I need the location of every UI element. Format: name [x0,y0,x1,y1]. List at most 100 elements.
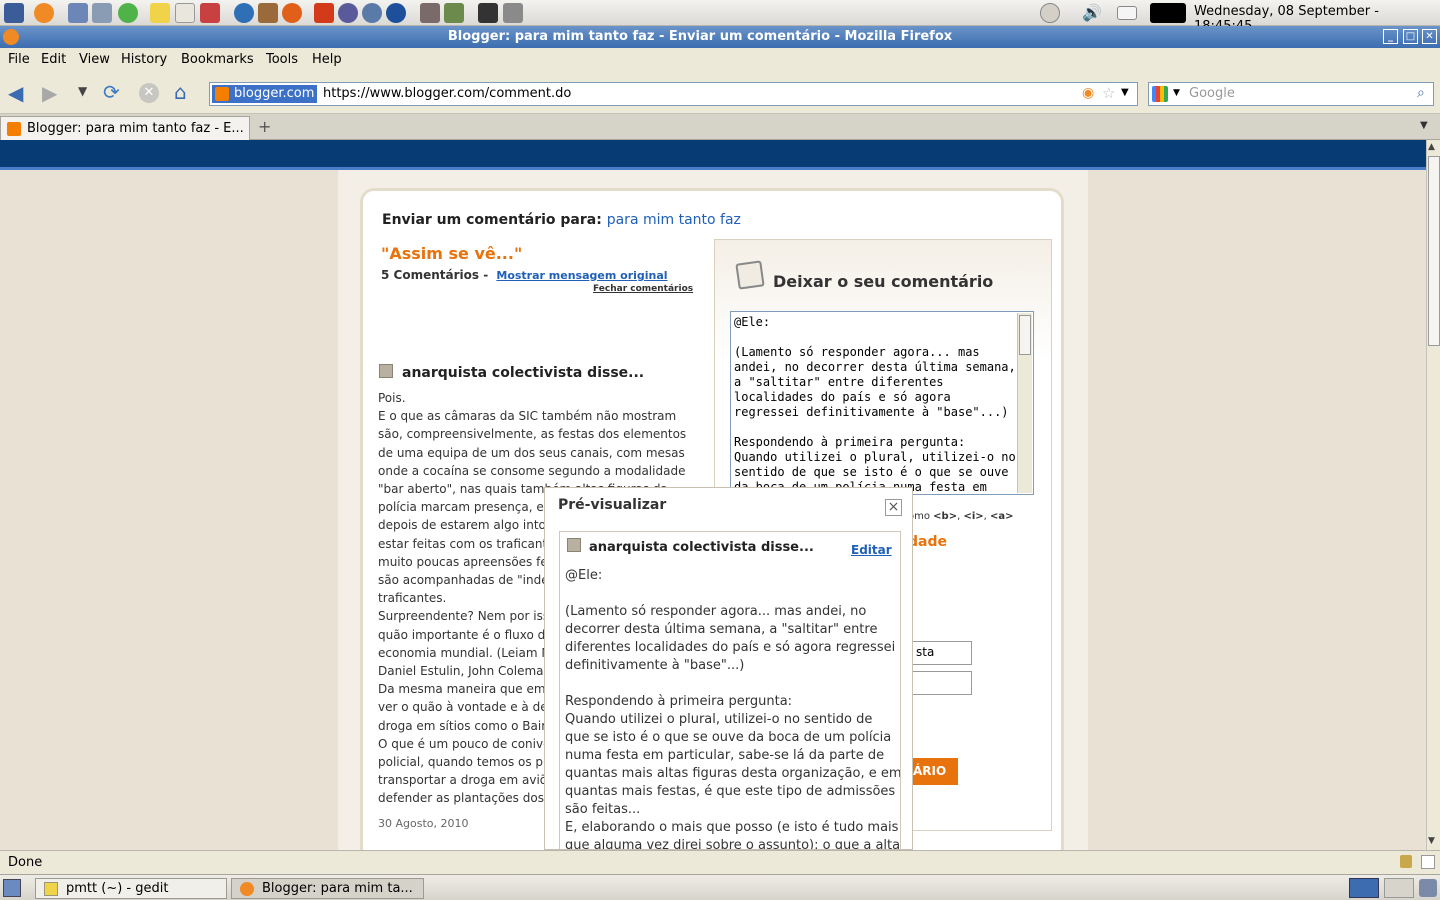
comment-textarea[interactable]: @Ele: (Lamento só responder agora... mas… [730,311,1034,495]
dictionary-icon[interactable] [200,3,220,23]
package-icon[interactable] [420,3,440,23]
html-tag-i: <i> [963,511,984,522]
window-titlebar: Blogger: para mim tanto faz - Enviar um … [0,26,1440,48]
mail-icon[interactable] [1117,6,1137,20]
bookmark-star-icon[interactable]: ☆ [1102,84,1115,102]
text-editor-icon[interactable] [150,3,170,23]
post-title: "Assim se vê..." [381,244,523,263]
power-icon[interactable] [1040,3,1060,23]
menu-file[interactable]: File [8,52,30,67]
scroll-down-icon[interactable]: ▼ [1428,836,1435,846]
cd-icon[interactable] [362,3,382,23]
menu-bookmarks[interactable]: Bookmarks [181,52,254,67]
volume-icon[interactable]: 🔊 [1082,3,1102,23]
menu-edit[interactable]: Edit [41,52,66,67]
textarea-scrollbar[interactable] [1017,313,1032,493]
app-launcher-icon[interactable] [282,3,302,23]
menu-help[interactable]: Help [312,52,342,67]
ghost-icon[interactable] [338,3,358,23]
search-placeholder: Google [1189,86,1235,101]
applications-menu-icon[interactable] [4,3,24,23]
close-window-button[interactable]: ✕ [1422,29,1437,44]
html-tag-a: <a> [990,511,1014,522]
site-domain: blogger.com [234,86,315,101]
security-lock-icon[interactable] [1400,855,1412,868]
network-launcher-icon[interactable] [68,3,88,23]
search-bar[interactable]: ▼ Google ⌕ [1148,82,1434,106]
site-identity-button[interactable]: blogger.com [212,85,318,103]
textarea-scroll-thumb[interactable] [1019,315,1031,355]
settings-launcher-icon[interactable] [92,3,112,23]
workspace-2[interactable] [1384,878,1414,898]
menu-history[interactable]: History [121,52,167,67]
new-tab-button[interactable]: + [258,117,271,136]
terminal-icon[interactable] [478,3,498,23]
bottom-panel: pmtt (~) - gedit Blogger: para mim ta... [0,874,1440,900]
task-firefox[interactable]: Blogger: para mim ta... [231,878,424,899]
page-scrollbar[interactable]: ▲ ▼ [1426,140,1440,850]
workspace-1[interactable] [1349,878,1379,898]
navigation-toolbar: ◀ ▶ ▼ ⟳ ✕ ⌂ blogger.com https://www.blog… [0,72,1440,114]
history-dropdown-icon[interactable]: ▼ [78,84,87,98]
comments-info: 5 Comentários - Mostrar mensagem origina… [381,268,668,282]
show-original-link[interactable]: Mostrar mensagem original [496,269,667,282]
gedit-icon [44,882,58,896]
tab-list-icon[interactable]: ▼ [1420,120,1428,131]
html-tags-hint: omo <b>, <i>, <a> [908,511,1014,522]
home-icon[interactable]: ⌂ [174,81,187,103]
blogger-navbar [0,140,1426,170]
blogger-favicon-icon [7,122,21,136]
preview-author: anarquista colectivista disse... [589,540,814,555]
top-panel: 🔊 Wednesday, 08 September - 18:45:45 [0,0,1440,34]
url-text[interactable]: https://www.blogger.com/comment.do [323,86,571,101]
page-scroll-thumb[interactable] [1428,156,1440,346]
leave-comment-title: Deixar o seu comentário [773,272,994,291]
stop-icon[interactable]: ✕ [139,83,159,103]
scroll-up-icon[interactable]: ▲ [1428,142,1435,152]
system-icon[interactable] [444,3,464,23]
close-comments-link[interactable]: Fechar comentários [593,284,693,294]
avatar [379,364,393,378]
notes-icon[interactable] [175,3,195,23]
url-dropdown-icon[interactable]: ▼ [1121,87,1129,98]
drop-icon[interactable] [234,3,254,23]
comment-line: E o que as câmaras da SIC também não mos… [378,409,677,424]
window-title: Blogger: para mim tanto faz - Enviar um … [447,29,953,44]
task-gedit-label: pmtt (~) - gedit [66,881,169,896]
tools-icon[interactable] [314,3,334,23]
close-preview-button[interactable]: × [885,499,902,516]
calculator-icon[interactable] [503,3,523,23]
task-gedit[interactable]: pmtt (~) - gedit [35,878,227,899]
rss-feed-icon[interactable]: ◉ [1082,85,1094,101]
search-icon[interactable]: ⌕ [1417,85,1425,101]
choose-identity-heading: dade [908,534,947,550]
preview-title: Pré-visualizar [558,497,667,513]
separator: - [483,268,489,282]
gimp-icon[interactable] [258,3,278,23]
show-desktop-icon[interactable] [3,879,21,897]
comment-line: são, compreensivelmente, as festas dos e… [378,427,687,442]
status-text: Done [8,855,43,870]
blog-name-link[interactable]: para mim tanto faz [607,212,741,228]
forward-button[interactable]: ▶ [42,82,57,104]
preview-body: anarquista colectivista disse... Editar … [559,531,901,849]
url-bar[interactable]: blogger.com https://www.blogger.com/comm… [209,82,1138,106]
tab-blogger[interactable]: Blogger: para mim tanto faz - E... [0,116,250,140]
back-button[interactable]: ◀ [8,82,23,104]
minimize-button[interactable]: _ [1383,29,1398,44]
engine-dropdown-icon[interactable]: ▼ [1173,88,1180,98]
edit-link[interactable]: Editar [851,543,892,557]
media-player-icon[interactable] [118,3,138,23]
google-engine-icon[interactable] [1152,86,1168,102]
avatar [567,538,581,552]
menu-tools[interactable]: Tools [266,52,298,67]
trash-icon[interactable] [1419,879,1437,897]
maximize-button[interactable]: □ [1403,29,1418,44]
system-monitor-icon [1150,3,1186,23]
globe-icon[interactable] [386,3,406,23]
menu-view[interactable]: View [79,52,110,67]
blogger-favicon-icon [215,87,229,101]
preview-dialog: Pré-visualizar × anarquista colectivista… [544,487,913,850]
firefox-launcher-icon[interactable] [34,3,54,23]
reload-icon[interactable]: ⟳ [103,81,120,103]
